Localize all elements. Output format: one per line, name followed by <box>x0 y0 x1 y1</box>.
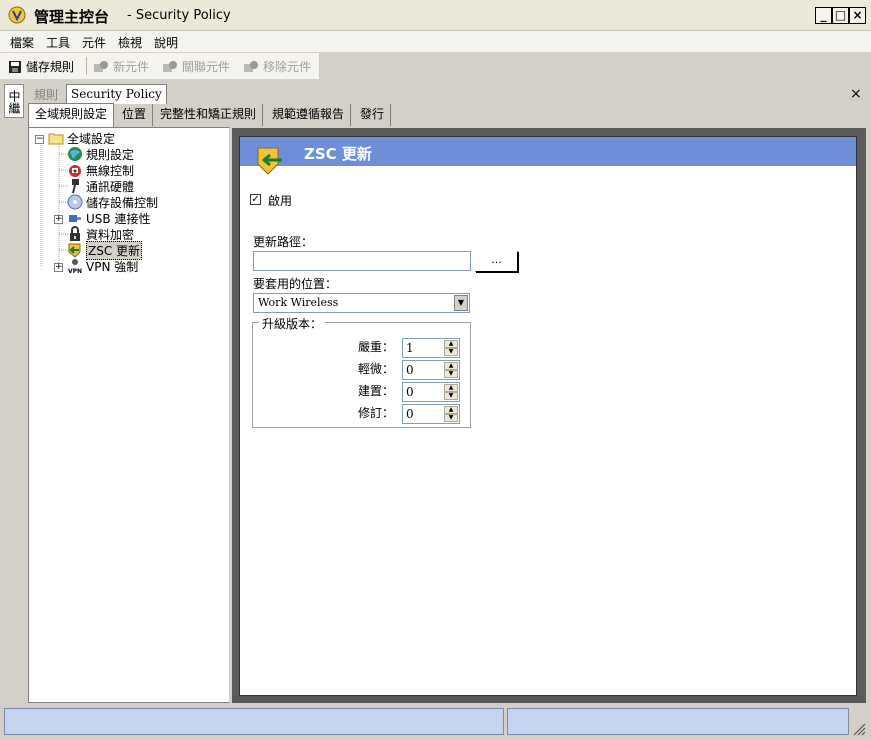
vpn-icon: VPN <box>68 259 82 274</box>
menu-component[interactable]: 元件 <box>82 34 106 51</box>
location-select[interactable]: Work Wireless <box>253 293 470 313</box>
zsc-update-icon <box>68 243 81 258</box>
save-rules-label: 儲存規則 <box>26 60 75 74</box>
globe-icon <box>68 147 82 161</box>
chevron-down-icon[interactable]: ▼ <box>454 295 468 311</box>
tree-node-comm-hardware[interactable]: 通訊硬體 <box>67 178 134 194</box>
detail-title: ZSC 更新 <box>304 145 372 163</box>
usb-icon <box>69 215 81 222</box>
minor-label: 輕微： <box>358 362 395 376</box>
enable-label: 啟用 <box>268 194 293 208</box>
revision-spinner[interactable]: 0 ▲ ▼ <box>402 404 460 424</box>
spin-down-icon[interactable]: ▼ <box>444 414 458 422</box>
app-icon <box>8 6 26 24</box>
remove-component-icon <box>244 60 258 72</box>
tree-label-wireless-control: 無線控制 <box>86 163 135 178</box>
phone-jack-icon <box>72 179 79 194</box>
window-title: 管理主控台 <box>34 8 110 26</box>
minimize-button[interactable]: _ <box>815 7 832 24</box>
tree-collapse-root[interactable]: − <box>35 135 44 144</box>
tree-expand-vpn[interactable]: + <box>54 263 63 272</box>
major-value: 1 <box>406 341 414 355</box>
spin-down-icon[interactable]: ▼ <box>444 348 458 356</box>
enable-checkbox[interactable]: ✓ <box>250 194 261 205</box>
minor-value: 0 <box>406 363 414 377</box>
major-spinner[interactable]: 1 ▲ ▼ <box>402 338 460 358</box>
update-path-label: 更新路徑： <box>253 235 314 249</box>
link-component-icon <box>163 60 177 72</box>
tree-label-vpn: VPN 強制 <box>86 259 139 274</box>
save-rules-button[interactable]: 儲存規則 <box>8 58 74 75</box>
spin-down-icon[interactable]: ▼ <box>444 392 458 400</box>
location-label: 要套用的位置： <box>253 277 338 291</box>
component-icon <box>94 60 108 72</box>
build-label: 建置： <box>358 384 395 398</box>
toolbar: 儲存規則 新元件 關聯元件 移除元件 <box>0 53 320 79</box>
svg-text:VPN: VPN <box>68 268 82 274</box>
strip-rule-label: 規則 <box>34 88 59 102</box>
menu-file[interactable]: 檔案 <box>10 34 34 51</box>
browse-button[interactable]: ... <box>475 251 518 272</box>
minor-spinner[interactable]: 0 ▲ ▼ <box>402 360 460 380</box>
tree-label-root: 全域設定 <box>67 131 116 146</box>
build-spinner[interactable]: 0 ▲ ▼ <box>402 382 460 402</box>
build-value: 0 <box>406 385 414 399</box>
remove-component-button[interactable]: 移除元件 <box>243 58 311 75</box>
spin-up-icon[interactable]: ▲ <box>444 340 458 348</box>
menu-tools[interactable]: 工具 <box>46 34 70 51</box>
tree-node-storage-control[interactable]: 儲存設備控制 <box>67 194 158 210</box>
remove-component-label: 移除元件 <box>263 60 312 74</box>
version-group-label: 升級版本： <box>259 315 326 332</box>
tab-location[interactable]: 位置 <box>116 104 154 126</box>
tree-label-rule-settings: 規則設定 <box>86 147 135 162</box>
folder-icon <box>48 133 64 145</box>
tree-node-vpn[interactable]: VPN VPN 強制 <box>67 258 138 274</box>
tab-global-rules[interactable]: 全域規則設定 <box>28 103 115 127</box>
spin-up-icon[interactable]: ▲ <box>444 362 458 370</box>
link-component-button[interactable]: 關聯元件 <box>162 58 230 75</box>
spin-down-icon[interactable]: ▼ <box>444 370 458 378</box>
tree-label-storage-control: 儲存設備控制 <box>86 195 159 210</box>
status-pane-left <box>4 708 504 735</box>
new-component-button[interactable]: 新元件 <box>93 58 149 75</box>
update-path-input[interactable] <box>253 251 471 271</box>
tree-label-comm-hardware: 通訊硬體 <box>86 179 135 194</box>
status-bar <box>0 705 871 740</box>
toolbar-separator <box>86 57 87 75</box>
document-tab-security-policy[interactable]: Security Policy <box>66 84 167 104</box>
menu-view[interactable]: 檢視 <box>118 34 142 51</box>
menu-help[interactable]: 說明 <box>154 34 178 51</box>
disc-icon <box>67 194 83 210</box>
revision-label: 修訂： <box>358 406 395 420</box>
close-button[interactable]: × <box>849 7 866 24</box>
tab-compliance-report[interactable]: 規範遵循報告 <box>266 104 352 126</box>
maximize-button[interactable]: □ <box>832 7 849 24</box>
spin-up-icon[interactable]: ▲ <box>444 406 458 414</box>
tree-node-usb[interactable]: USB 連接性 <box>67 210 150 226</box>
resize-grip-icon[interactable] <box>852 722 866 736</box>
document-close-button[interactable]: × <box>850 86 862 102</box>
tree-node-wireless-control[interactable]: 無線控制 <box>67 162 134 178</box>
settings-tree: − 全域設定 規則設定 無線控制 通訊硬體 儲存設備控制 + USB 連接性 資… <box>28 127 230 703</box>
menu-bar: 檔案 工具 元件 檢視 說明 <box>0 31 871 52</box>
tab-publish[interactable]: 發行 <box>354 104 392 126</box>
tree-node-rule-settings[interactable]: 規則設定 <box>67 146 134 162</box>
window-subtitle: - Security Policy <box>127 8 231 23</box>
major-label: 嚴重： <box>358 340 395 354</box>
side-tab-relay[interactable]: 中繼 <box>4 84 24 118</box>
tree-node-zsc-update[interactable]: ZSC 更新 <box>67 240 143 260</box>
tab-integrity-rules[interactable]: 完整性和矯正規則 <box>154 104 264 126</box>
new-component-label: 新元件 <box>113 60 150 74</box>
revision-value: 0 <box>406 407 414 421</box>
tree-expand-usb[interactable]: + <box>54 215 63 224</box>
status-pane-right <box>507 708 849 735</box>
zsc-update-header-icon <box>257 147 282 175</box>
tree-label-usb: USB 連接性 <box>86 211 151 226</box>
spin-up-icon[interactable]: ▲ <box>444 384 458 392</box>
tree-node-root[interactable]: 全域設定 <box>48 130 115 146</box>
lock-icon <box>70 226 80 241</box>
wireless-icon <box>69 165 81 177</box>
floppy-icon <box>9 60 21 73</box>
link-component-label: 關聯元件 <box>182 60 231 74</box>
